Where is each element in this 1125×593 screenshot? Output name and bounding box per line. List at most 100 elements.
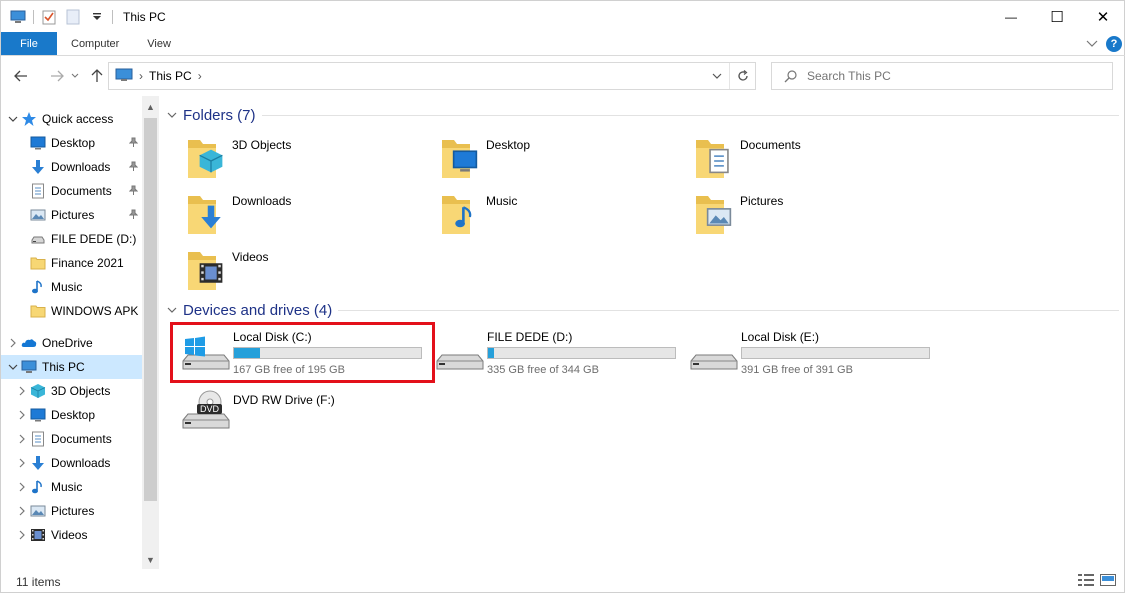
search-input[interactable] (807, 69, 1087, 83)
folder-icon (440, 190, 484, 238)
nav-item-onedrive[interactable]: OneDrive (1, 331, 142, 355)
drive-info: Local Disk (E:) 391 GB free of 391 GB (741, 329, 930, 376)
folders-group-header[interactable]: Folders (7) (167, 107, 1119, 124)
breadcrumb-item[interactable]: This PC (149, 69, 192, 83)
folder-item[interactable]: Videos (186, 246, 436, 298)
breadcrumb-separator-icon[interactable]: › (139, 69, 143, 83)
forward-button[interactable] (47, 66, 67, 86)
scroll-down-button[interactable]: ▼ (142, 551, 159, 569)
folder-item[interactable]: Documents (694, 134, 944, 186)
nav-item-label: Downloads (51, 456, 111, 470)
nav-item-quick-access[interactable]: Quick access (1, 107, 142, 131)
back-button[interactable] (11, 66, 31, 86)
properties-icon[interactable] (40, 8, 58, 26)
nav-item-documents[interactable]: Documents (1, 179, 142, 203)
this-pc-icon (115, 68, 133, 85)
drive-name: Local Disk (E:) (741, 330, 820, 344)
dvd-drive-icon: DVD (181, 390, 231, 446)
new-folder-icon[interactable] (64, 8, 82, 26)
chevron-right-icon[interactable] (15, 434, 29, 444)
nav-pane-scrollbar[interactable]: ▲ ▼ (142, 96, 159, 569)
drives-group-header[interactable]: Devices and drives (4) (167, 302, 1119, 319)
chevron-right-icon[interactable] (6, 338, 20, 348)
onedrive-icon (20, 334, 38, 352)
folder-item[interactable]: 3D Objects (186, 134, 436, 186)
nav-item-pictures[interactable]: Pictures (1, 203, 142, 227)
breadcrumb-separator-icon[interactable]: › (198, 69, 202, 83)
nav-item-music[interactable]: Music (1, 475, 142, 499)
nav-item-downloads[interactable]: Downloads (1, 451, 142, 475)
chevron-down-icon[interactable] (6, 364, 20, 370)
search-icon (784, 69, 797, 82)
recent-locations-button[interactable] (69, 66, 81, 86)
drive-item[interactable]: DVD DVD RW Drive (F:) (181, 390, 439, 448)
drive-item[interactable]: Local Disk (E:) 391 GB free of 391 GB (689, 329, 947, 385)
scroll-up-button[interactable]: ▲ (142, 98, 159, 116)
folder-label: Videos (232, 250, 269, 264)
group-divider (338, 310, 1119, 311)
nav-item-label: Downloads (51, 160, 111, 174)
chevron-down-icon[interactable] (167, 110, 177, 121)
videos-icon (29, 526, 47, 544)
pin-icon (128, 185, 139, 198)
nav-item-pictures[interactable]: Pictures (1, 499, 142, 523)
folder-item[interactable]: Pictures (694, 190, 944, 242)
nav-item-finance-2021[interactable]: Finance 2021 (1, 251, 142, 275)
nav-item-this-pc[interactable]: This PC (1, 355, 142, 379)
drives-group-title: Devices and drives (4) (183, 302, 333, 319)
minimize-button[interactable]: — (988, 1, 1034, 32)
folder-item[interactable]: Music (440, 190, 690, 242)
desktop-icon (29, 406, 47, 424)
search-box[interactable] (771, 62, 1113, 90)
close-button[interactable]: ✕ (1080, 1, 1125, 32)
scrollbar-thumb[interactable] (144, 118, 157, 501)
nav-item-videos[interactable]: Videos (1, 523, 142, 547)
drive-item[interactable]: FILE DEDE (D:) 335 GB free of 344 GB (435, 329, 693, 385)
chevron-right-icon[interactable] (15, 482, 29, 492)
large-icons-view-icon[interactable] (1100, 574, 1116, 589)
nav-item-windows-apk[interactable]: WINDOWS APK (1, 299, 142, 323)
navigation-pane: Quick access Desktop Downloads Documents Pic… (1, 96, 159, 569)
maximize-button[interactable]: ☐ (1034, 1, 1080, 32)
folder-label: 3D Objects (232, 138, 292, 152)
chevron-right-icon[interactable] (15, 530, 29, 540)
nav-item-desktop[interactable]: Desktop (1, 131, 142, 155)
folder-icon (29, 302, 47, 320)
customize-toolbar-dropdown-icon[interactable] (88, 8, 106, 26)
chevron-right-icon[interactable] (15, 506, 29, 516)
expand-ribbon-chevron-icon[interactable] (1086, 37, 1098, 51)
address-history-button[interactable] (705, 63, 729, 89)
capacity-bar-fill (488, 348, 494, 358)
pictures-icon (29, 206, 47, 224)
status-bar: 11 items (1, 569, 1125, 593)
this-pc-icon (9, 8, 27, 26)
tab-file[interactable]: File (1, 32, 57, 55)
folder-icon (694, 190, 738, 238)
nav-item-desktop[interactable]: Desktop (1, 403, 142, 427)
nav-item-file-dede-d[interactable]: FILE DEDE (D:) (1, 227, 142, 251)
3d-objects-icon (198, 148, 224, 177)
nav-item-downloads[interactable]: Downloads (1, 155, 142, 179)
videos-icon (198, 260, 224, 289)
help-button[interactable]: ? (1106, 36, 1122, 52)
nav-item-music[interactable]: Music (1, 275, 142, 299)
folder-label: Music (486, 194, 518, 208)
tab-computer[interactable]: Computer (57, 32, 133, 55)
chevron-down-icon[interactable] (6, 116, 20, 122)
folder-icon (186, 246, 230, 294)
nav-item-label: Desktop (51, 408, 96, 422)
tab-view[interactable]: View (133, 32, 185, 55)
nav-item-3d-objects[interactable]: 3D Objects (1, 379, 142, 403)
details-view-icon[interactable] (1078, 574, 1094, 589)
refresh-button[interactable] (729, 63, 755, 89)
chevron-down-icon[interactable] (167, 305, 177, 316)
folder-item[interactable]: Desktop (440, 134, 690, 186)
folder-item[interactable]: Downloads (186, 190, 436, 242)
nav-item-documents[interactable]: Documents (1, 427, 142, 451)
chevron-right-icon[interactable] (15, 458, 29, 468)
up-button[interactable] (87, 66, 107, 86)
chevron-right-icon[interactable] (15, 386, 29, 396)
nav-item-label: This PC (42, 360, 85, 374)
address-bar[interactable]: › This PC › (108, 62, 756, 90)
chevron-right-icon[interactable] (15, 410, 29, 420)
